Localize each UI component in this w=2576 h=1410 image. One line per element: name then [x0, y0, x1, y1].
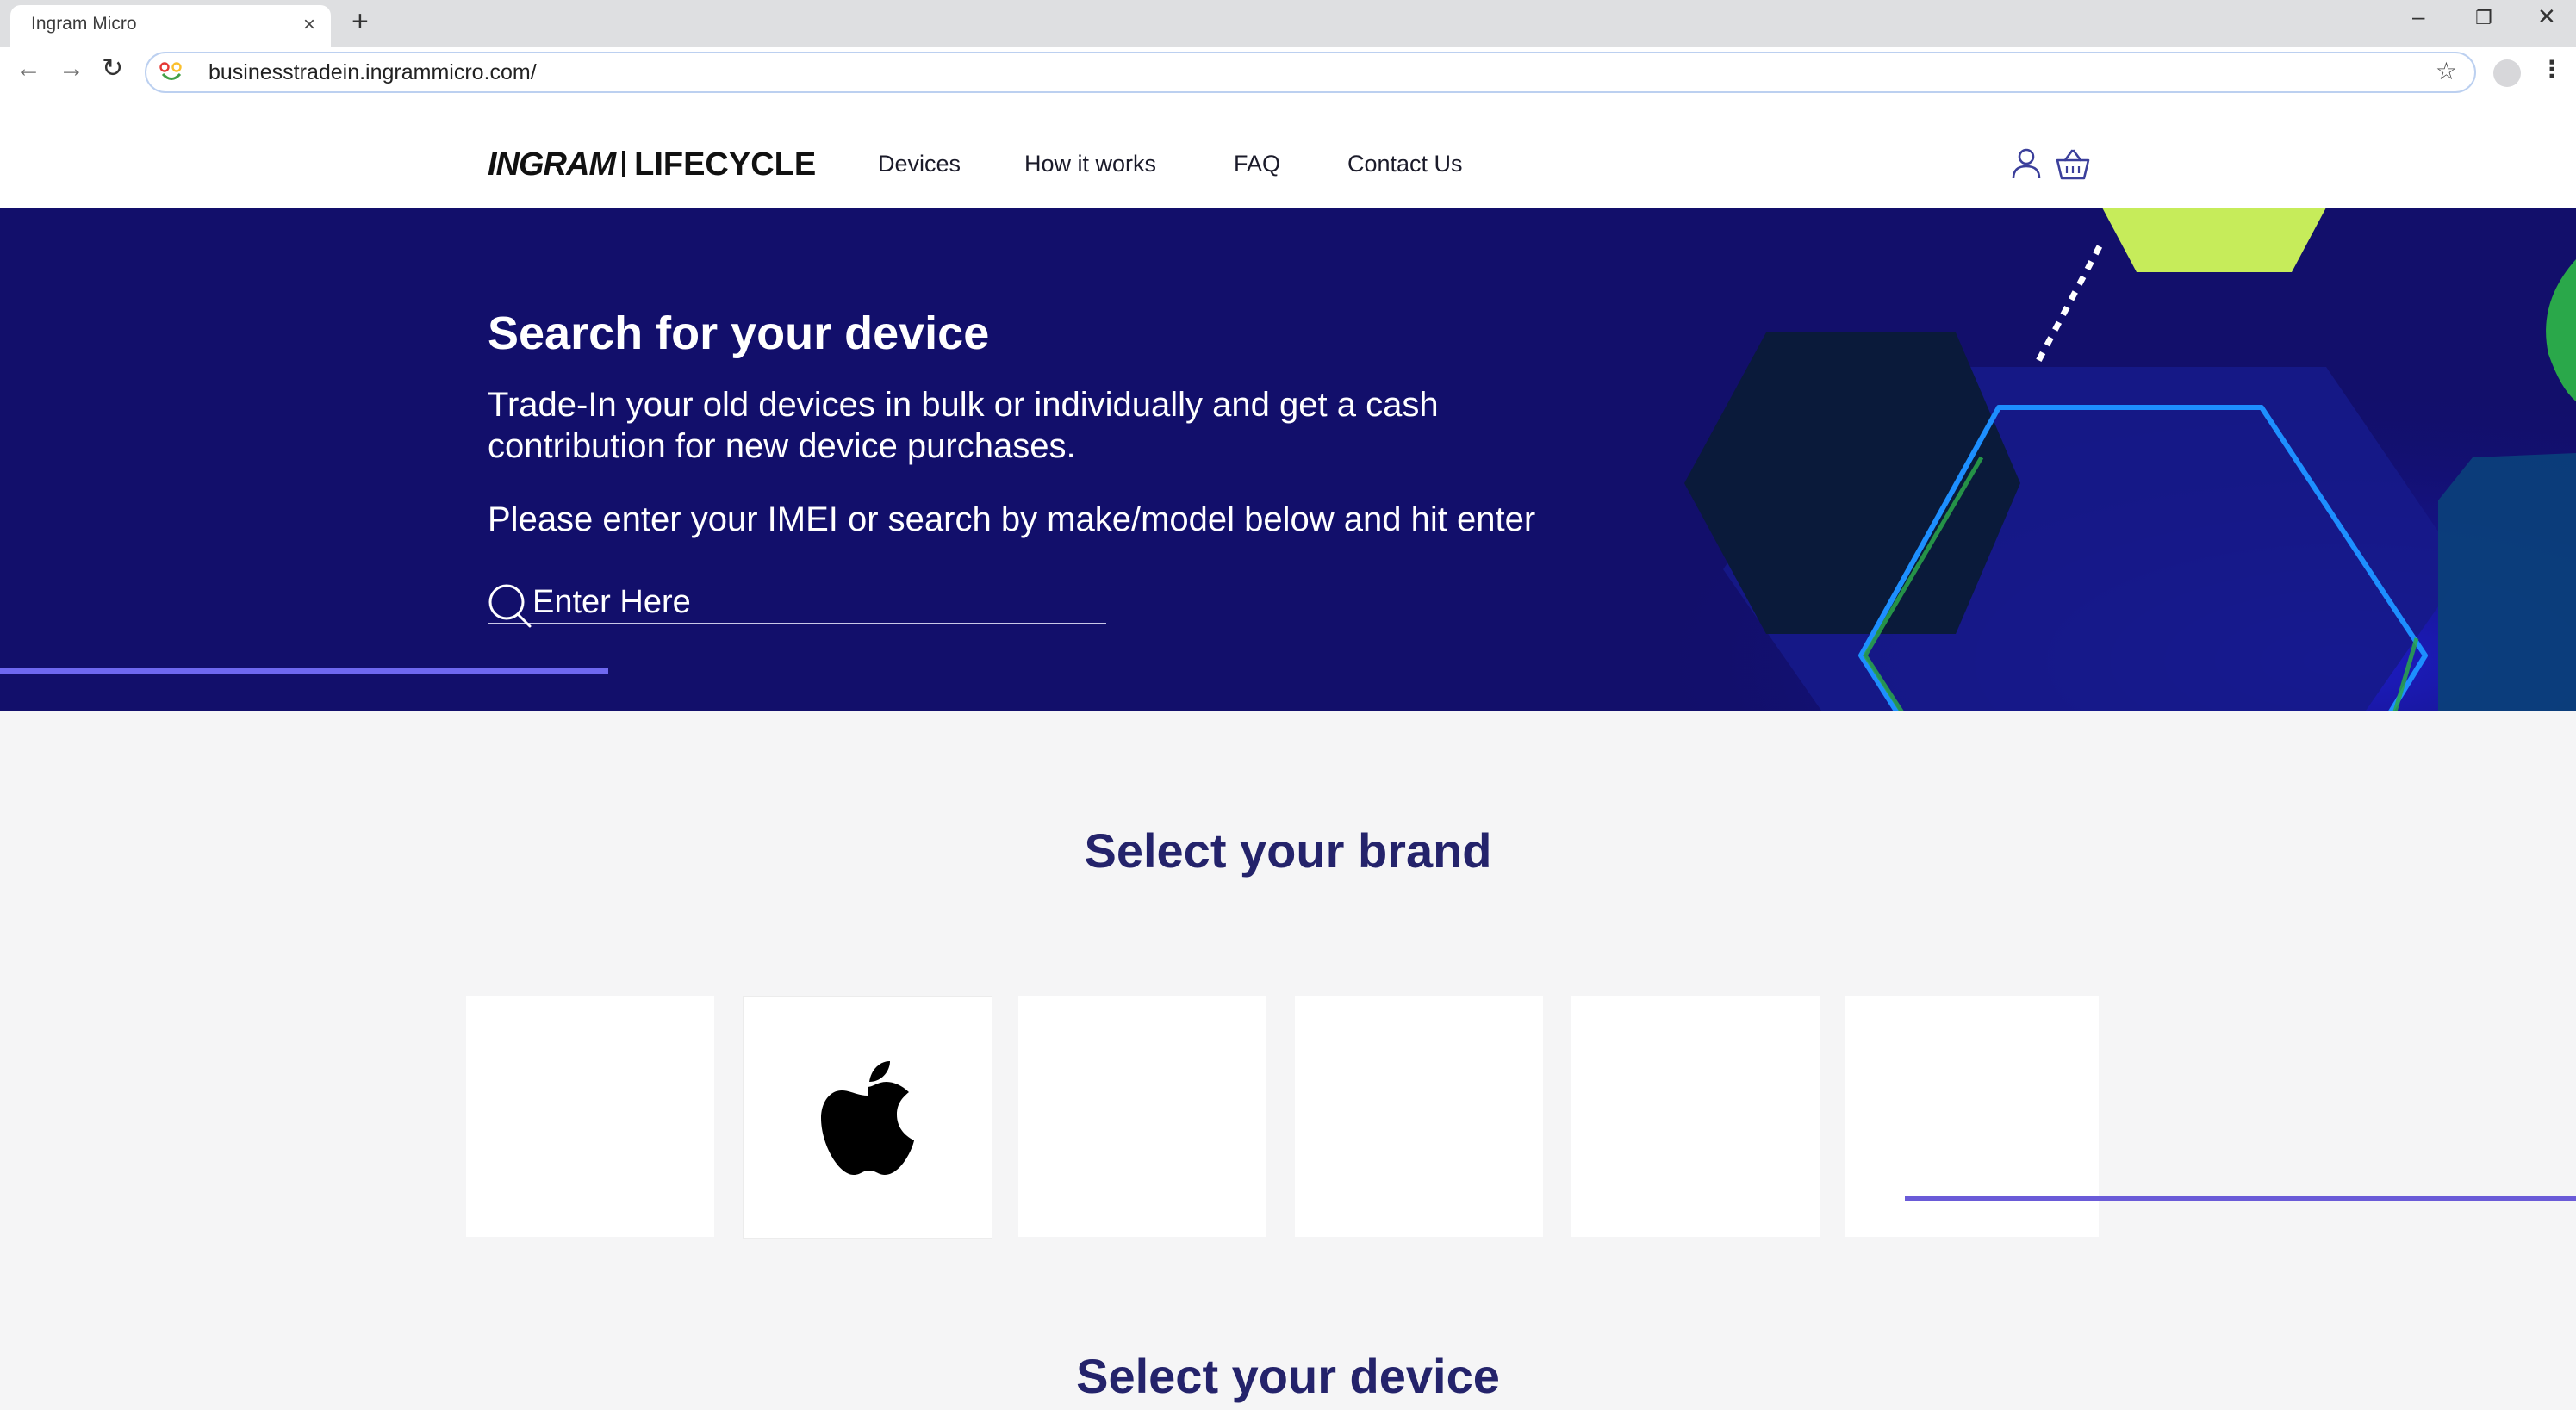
browser-menu-icon[interactable]: ⋮: [2540, 58, 2564, 82]
logo-separator: [622, 151, 626, 177]
hero-banner: Search for your device Trade-In your old…: [0, 208, 2576, 711]
back-icon[interactable]: ←: [16, 56, 41, 82]
new-tab-button[interactable]: +: [352, 7, 369, 36]
hero-title: Search for your device: [488, 307, 990, 359]
minimize-button[interactable]: –: [2412, 5, 2424, 28]
logo-product-text: LIFECYCLE: [634, 146, 817, 183]
browser-tab-bar: Ingram Micro × + – ❐ ✕: [0, 0, 2576, 47]
select-device-heading: Select your device: [1076, 1349, 1500, 1403]
brand-card[interactable]: [1845, 996, 2099, 1237]
nav-faq[interactable]: FAQ: [1234, 151, 1280, 177]
brand-card[interactable]: [1571, 996, 1820, 1237]
restore-button[interactable]: ❐: [2475, 9, 2492, 28]
brand-carousel-progress: [1905, 1196, 2576, 1201]
brand-card[interactable]: [466, 996, 714, 1237]
forward-icon[interactable]: →: [59, 56, 84, 82]
search-input[interactable]: [532, 583, 1084, 621]
brand-card[interactable]: [1295, 996, 1543, 1237]
url-text[interactable]: businesstradein.ingrammicro.com/: [208, 60, 537, 85]
hero-carousel-progress: [0, 668, 608, 674]
close-window-button[interactable]: ✕: [2537, 5, 2556, 28]
bookmark-star-icon[interactable]: ☆: [2436, 57, 2457, 85]
hero-instruction: Please enter your IMEI or search by make…: [488, 500, 1536, 538]
apple-icon: [821, 1061, 914, 1175]
user-account-icon[interactable]: [2011, 147, 2042, 180]
site-header: INGRAM LIFECYCLE Devices How it works FAQ…: [0, 99, 2576, 208]
nav-how-it-works[interactable]: How it works: [1024, 151, 1156, 177]
nav-devices[interactable]: Devices: [878, 151, 961, 177]
profile-avatar-icon[interactable]: [2493, 59, 2521, 87]
browser-tab[interactable]: Ingram Micro ×: [10, 5, 331, 47]
brand-card[interactable]: [1018, 996, 1266, 1237]
ingram-lifecycle-logo[interactable]: INGRAM LIFECYCLE: [488, 147, 816, 182]
brand-card-apple[interactable]: [743, 996, 992, 1239]
device-search: [488, 583, 1106, 628]
search-icon: [488, 584, 532, 628]
site-info-icon[interactable]: [159, 61, 184, 84]
basket-icon[interactable]: [2056, 149, 2090, 180]
nav-contact-us[interactable]: Contact Us: [1347, 151, 1463, 177]
select-brand-heading: Select your brand: [1084, 823, 1492, 878]
address-bar[interactable]: businesstradein.ingrammicro.com/ ☆: [145, 52, 2476, 93]
tab-title: Ingram Micro: [31, 14, 137, 34]
logo-brand-text: INGRAM: [488, 146, 616, 183]
tab-close-icon[interactable]: ×: [303, 13, 315, 37]
reload-icon[interactable]: ↻: [102, 56, 123, 82]
browser-toolbar: ← → ↻ businesstradein.ingrammicro.com/ ☆…: [0, 47, 2576, 99]
hero-description: Trade-In your old devices in bulk or ind…: [488, 386, 1439, 465]
